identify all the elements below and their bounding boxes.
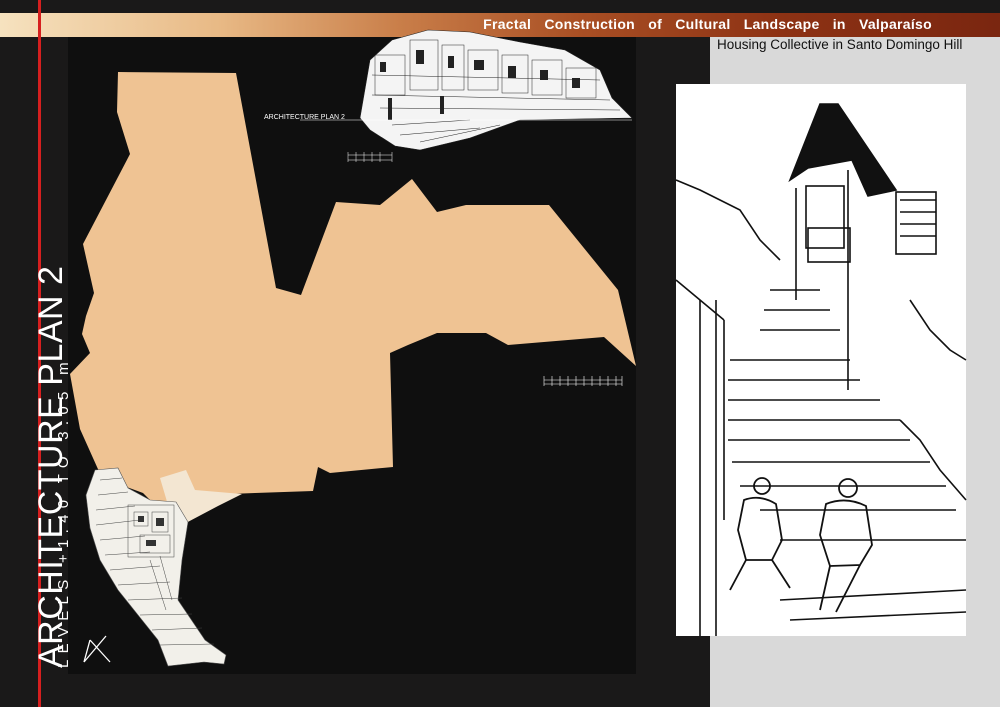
scale-bar-section [347, 152, 393, 162]
building-section-drawing [300, 29, 633, 151]
site-plan-drawing [70, 29, 967, 667]
architecture-board: Fractal Construction of Cultural Landsca… [0, 0, 1000, 707]
site-plan-shape [70, 72, 636, 512]
scale-bar-main [543, 376, 623, 386]
levels-label-vertical: LEVELS +1.40 TO 3.05 m [55, 356, 72, 668]
section-label: ARCHITECTURE PLAN 2 [264, 114, 345, 121]
street-sketch [675, 84, 967, 636]
north-arrow-icon [83, 635, 111, 663]
